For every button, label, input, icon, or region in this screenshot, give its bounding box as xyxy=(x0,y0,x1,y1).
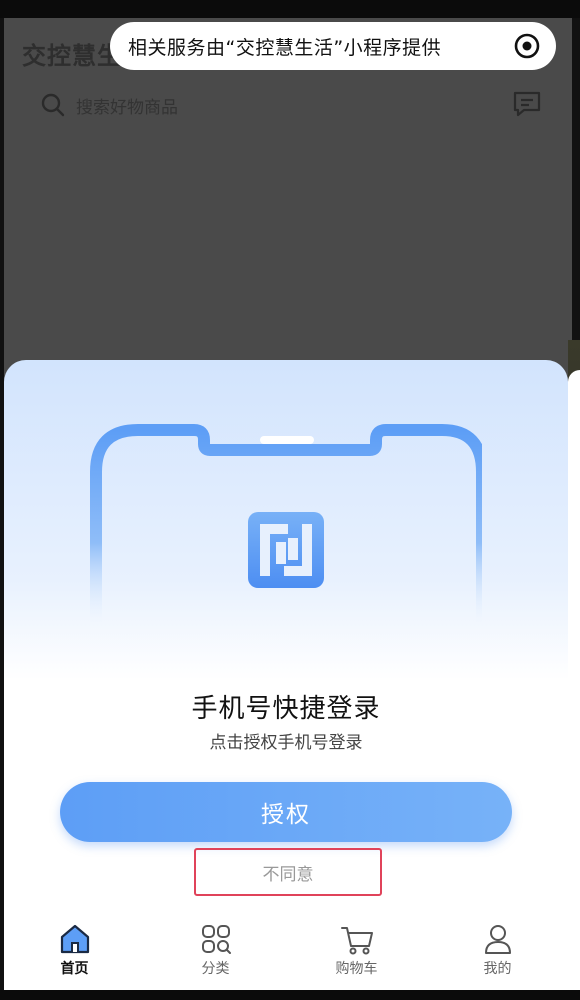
login-title: 手机号快捷登录 xyxy=(191,694,381,724)
capsule-text: 相关服务由“交控慧生活”小程序提供 xyxy=(128,36,442,59)
category-icon xyxy=(201,925,231,954)
message-icon[interactable] xyxy=(512,90,542,118)
bottom-tab-bar: 首页 分类 购物车 我的 xyxy=(4,910,568,990)
profile-icon xyxy=(484,925,511,954)
search-icon xyxy=(41,93,65,117)
tab-label: 首页 xyxy=(60,961,89,977)
tab-cart[interactable]: 购物车 xyxy=(307,910,407,990)
tab-home[interactable]: 首页 xyxy=(25,910,125,990)
search-placeholder: 搜索好物商品 xyxy=(76,97,178,118)
tab-label: 我的 xyxy=(483,961,512,977)
disagree-button[interactable]: 不同意 xyxy=(194,848,382,896)
tab-profile[interactable]: 我的 xyxy=(448,910,548,990)
tab-category[interactable]: 分类 xyxy=(166,910,266,990)
mini-program-capsule[interactable]: 相关服务由“交控慧生活”小程序提供 xyxy=(110,22,556,70)
tab-label: 购物车 xyxy=(335,961,378,977)
disagree-label: 不同意 xyxy=(262,864,314,885)
app-logo-icon xyxy=(248,512,324,588)
background-card-edge xyxy=(568,370,580,1000)
search-bar[interactable]: 搜索好物商品 xyxy=(40,92,178,118)
login-bottom-sheet: 手机号快捷登录 点击授权手机号登录 授权 不同意 xyxy=(4,360,568,990)
cart-icon xyxy=(340,927,373,955)
login-subtitle: 点击授权手机号登录 xyxy=(209,733,363,753)
target-icon[interactable] xyxy=(514,33,540,59)
authorize-button[interactable]: 授权 xyxy=(60,782,512,842)
home-indicator-bar xyxy=(0,990,580,1000)
tab-label: 分类 xyxy=(201,961,230,977)
status-bar xyxy=(0,0,580,18)
home-icon xyxy=(60,924,89,954)
phone-illustration xyxy=(90,424,482,635)
